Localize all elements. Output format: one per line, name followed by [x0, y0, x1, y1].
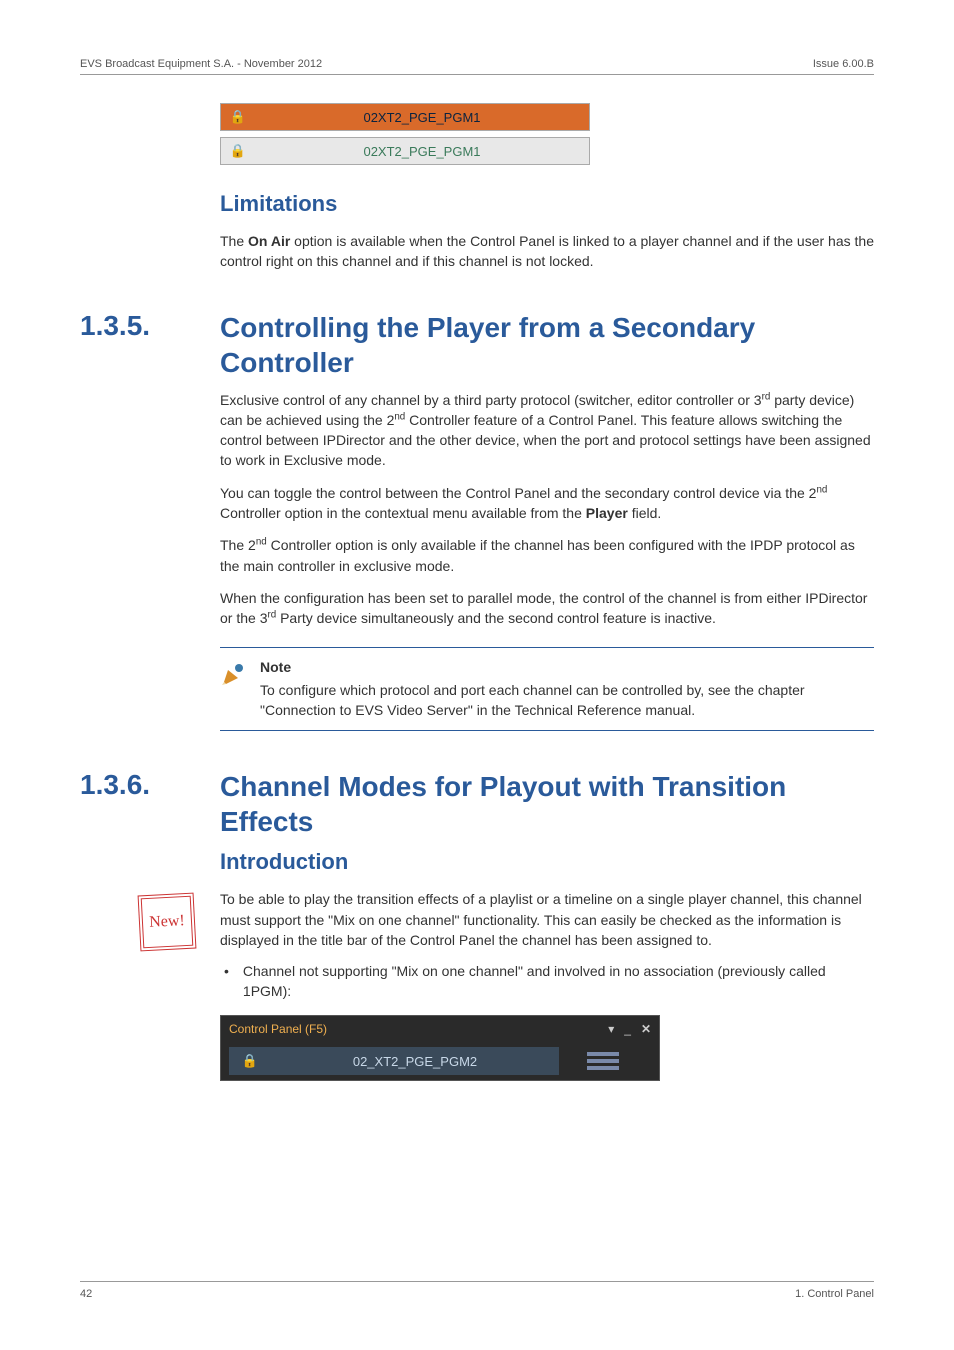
- bullet-text: Channel not supporting "Mix on one chann…: [243, 962, 874, 1001]
- section-number: 1.3.6.: [80, 769, 220, 801]
- sec135-p2: You can toggle the control between the C…: [220, 483, 874, 524]
- channel-row-inactive: 🔒 02XT2_PGE_PGM1: [220, 137, 590, 165]
- control-panel-titlebar: Control Panel (F5) ▾ _ ✕: [221, 1016, 659, 1042]
- note-label: Note: [260, 658, 874, 678]
- lock-icon: 🔒: [221, 143, 255, 159]
- control-panel-figure: Control Panel (F5) ▾ _ ✕ 🔒 02_XT2_PGE_PG…: [220, 1015, 660, 1081]
- control-panel-body: 🔒 02_XT2_PGE_PGM2: [221, 1042, 659, 1080]
- header-left: EVS Broadcast Equipment S.A. - November …: [80, 58, 322, 70]
- lock-icon: 🔒: [221, 109, 255, 125]
- note-block: Note To configure which protocol and por…: [220, 647, 874, 732]
- section-1-3-6-header: 1.3.6. Channel Modes for Playout with Tr…: [80, 769, 874, 839]
- sec135-p4: When the configuration has been set to p…: [220, 588, 874, 629]
- sec135-p3: The 2nd Controller option is only availa…: [220, 535, 874, 576]
- page-number: 42: [80, 1288, 92, 1300]
- channel-state-figure: 🔒 02XT2_PGE_PGM1 🔒 02XT2_PGE_PGM1: [220, 103, 590, 165]
- note-body: To configure which protocol and port eac…: [260, 682, 805, 718]
- menu-icon: ▾: [608, 1022, 614, 1036]
- section-number: 1.3.5.: [80, 310, 220, 342]
- footer-section: 1. Control Panel: [795, 1288, 874, 1300]
- panel-channel-chip: 🔒 02_XT2_PGE_PGM2: [229, 1047, 559, 1075]
- new-badge-icon: New!: [141, 896, 194, 949]
- bullet-item: • Channel not supporting "Mix on one cha…: [224, 962, 874, 1001]
- section-title: Controlling the Player from a Secondary …: [220, 310, 874, 380]
- bullet-marker: •: [224, 962, 229, 1001]
- lock-icon: 🔒: [229, 1053, 271, 1069]
- channel-label: 02XT2_PGE_PGM1: [255, 144, 589, 159]
- sec135-p1: Exclusive control of any channel by a th…: [220, 390, 874, 471]
- panel-channel-label: 02_XT2_PGE_PGM2: [271, 1054, 559, 1069]
- close-icon: ✕: [641, 1022, 651, 1036]
- page-header: EVS Broadcast Equipment S.A. - November …: [80, 58, 874, 75]
- channel-row-active: 🔒 02XT2_PGE_PGM1: [220, 103, 590, 131]
- pencil-icon: [220, 658, 248, 721]
- note-text: Note To configure which protocol and por…: [260, 658, 874, 721]
- vu-bars-icon: [587, 1052, 619, 1070]
- channel-label: 02XT2_PGE_PGM1: [255, 110, 589, 125]
- header-right: Issue 6.00.B: [813, 58, 874, 70]
- introduction-heading: Introduction: [220, 849, 874, 875]
- section-title: Channel Modes for Playout with Transitio…: [220, 769, 874, 839]
- control-panel-title: Control Panel (F5): [229, 1022, 327, 1036]
- limitations-heading: Limitations: [220, 191, 874, 217]
- limitations-paragraph: The On Air option is available when the …: [220, 231, 874, 272]
- sec136-intro-p: To be able to play the transition effect…: [220, 889, 874, 950]
- minimize-icon: _: [624, 1022, 631, 1036]
- page-footer: 42 1. Control Panel: [80, 1281, 874, 1300]
- section-1-3-5-header: 1.3.5. Controlling the Player from a Sec…: [80, 310, 874, 380]
